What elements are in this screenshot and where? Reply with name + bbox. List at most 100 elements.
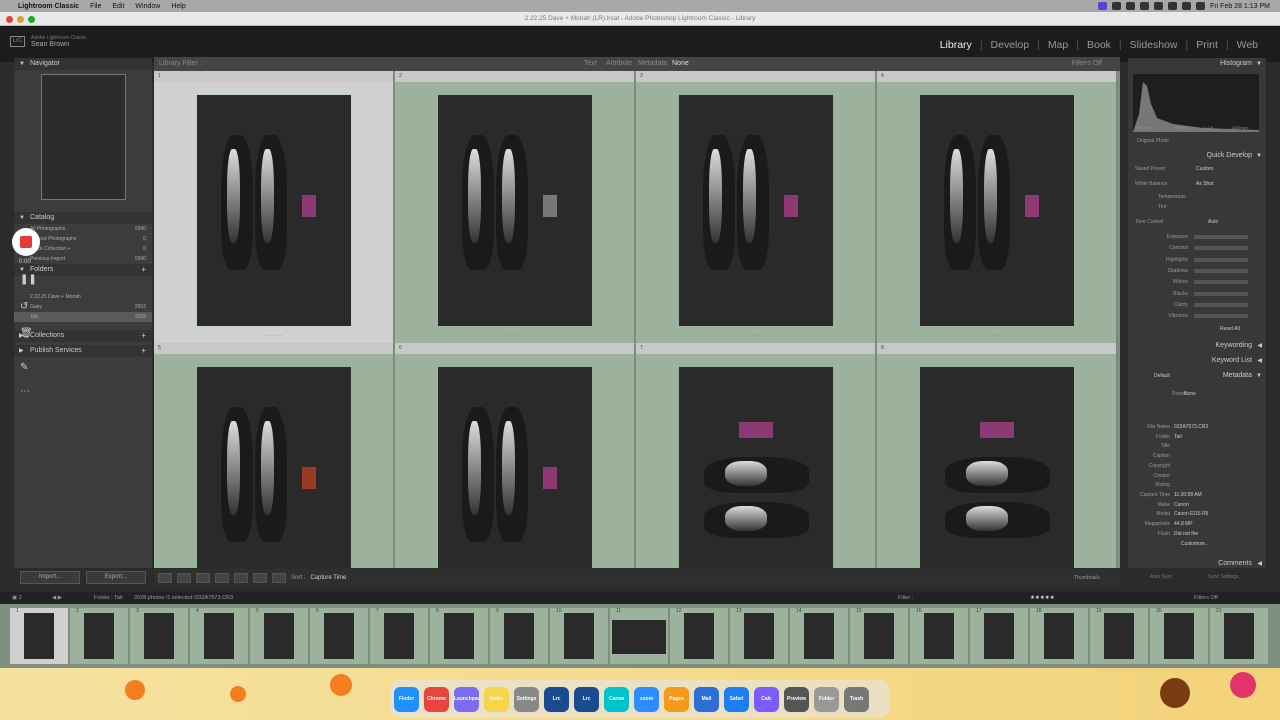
search-icon[interactable] bbox=[1182, 2, 1192, 10]
meta-value[interactable]: 44.8 MP bbox=[1174, 521, 1193, 527]
tone-adjust-exposure[interactable] bbox=[1194, 235, 1248, 239]
filmstrip-thumb[interactable]: 12 bbox=[670, 608, 728, 664]
filmstrip-thumb[interactable]: 8 bbox=[430, 608, 488, 664]
navigator-preview[interactable] bbox=[41, 74, 126, 200]
dock-app-preview[interactable]: Preview bbox=[784, 686, 809, 712]
filter-tab-metadata[interactable]: Metadata bbox=[638, 57, 667, 71]
filmstrip-thumb[interactable]: 5 bbox=[250, 608, 308, 664]
meta-value[interactable]: Canon bbox=[1174, 502, 1189, 508]
meta-value[interactable]: Canon EOS R5 bbox=[1174, 511, 1208, 517]
meta-value[interactable]: Did not fire bbox=[1174, 531, 1198, 537]
photo-thumbnail[interactable] bbox=[196, 94, 352, 327]
photo-thumbnail[interactable] bbox=[438, 367, 592, 568]
filmstrip-thumb[interactable]: 21 bbox=[1210, 608, 1268, 664]
filmstrip-thumb[interactable]: 18 bbox=[1030, 608, 1088, 664]
export-button[interactable]: Export... bbox=[86, 571, 146, 584]
tone-adjust-shadows[interactable] bbox=[1194, 268, 1248, 273]
filmstrip-thumb[interactable]: 1 bbox=[10, 608, 68, 664]
clock[interactable]: Fri Feb 28 1:13 PM bbox=[1210, 3, 1270, 10]
filmstrip-thumb[interactable]: 4 bbox=[190, 608, 248, 664]
grid-view-icon[interactable] bbox=[158, 572, 172, 583]
photo-thumbnail[interactable] bbox=[197, 367, 351, 568]
grid-cell[interactable]: 7 bbox=[636, 343, 876, 568]
dock-app-pages[interactable]: Pages bbox=[664, 686, 689, 712]
menu-file[interactable]: File bbox=[90, 3, 101, 10]
collapse-triangle-icon[interactable]: ◀ bbox=[1257, 355, 1262, 367]
tone-adjust-vibrance[interactable] bbox=[1194, 314, 1248, 319]
tone-adjust-highlights[interactable] bbox=[1194, 257, 1248, 262]
collapse-triangle-icon[interactable]: ▼ bbox=[19, 212, 25, 224]
collapse-triangle-icon[interactable]: ▼ bbox=[1256, 370, 1262, 382]
dock-app-settings[interactable]: Settings bbox=[514, 686, 539, 712]
grid-cell[interactable]: 5 bbox=[154, 343, 394, 568]
sort-direction-icon[interactable] bbox=[272, 572, 286, 583]
rating-dots[interactable]: · · · · · bbox=[395, 333, 634, 339]
dock-app-chrome[interactable]: Chrome bbox=[424, 686, 449, 712]
collapse-triangle-icon[interactable]: ▼ bbox=[19, 58, 25, 70]
menu-window[interactable]: Window bbox=[135, 3, 160, 10]
dock-app-lrc[interactable]: Lrc bbox=[544, 686, 569, 712]
histogram-header[interactable]: Histogram ▼ bbox=[1128, 58, 1266, 70]
menu-help[interactable]: Help bbox=[171, 3, 185, 10]
white-balance-dropdown[interactable]: As Shot bbox=[1196, 181, 1214, 187]
zoom-window-icon[interactable] bbox=[28, 16, 35, 23]
tone-adjust-contrast[interactable] bbox=[1194, 246, 1248, 251]
dock-app-folder[interactable]: Folder bbox=[814, 686, 839, 712]
rating-dots[interactable]: · · · · · bbox=[877, 333, 1116, 339]
photo-thumbnail[interactable] bbox=[679, 367, 833, 568]
library-grid[interactable]: 1 · · · · · 2 · · · · · 3 · · · · · 4 · · · · ·… bbox=[154, 71, 1120, 568]
restart-icon[interactable]: ↺ bbox=[20, 301, 28, 312]
meta-value[interactable]: Tati bbox=[1174, 434, 1182, 440]
auto-tone-button[interactable]: Auto bbox=[1208, 219, 1218, 225]
reset-all-button[interactable]: Reset All bbox=[1220, 326, 1240, 332]
filmstrip-view-icon[interactable]: ▣ 2 bbox=[12, 592, 22, 604]
filmstrip-thumb[interactable]: 20 bbox=[1150, 608, 1208, 664]
preset-dropdown[interactable]: None bbox=[1184, 391, 1196, 397]
status-icon[interactable] bbox=[1126, 2, 1136, 10]
auto-sync-button[interactable]: Auto Sync bbox=[1150, 574, 1173, 580]
metadata-view-dropdown[interactable]: Default bbox=[1154, 373, 1170, 379]
collapse-triangle-icon[interactable]: ▼ bbox=[1256, 58, 1262, 70]
sync-settings-button[interactable]: Sync Settings bbox=[1208, 574, 1239, 580]
painter-icon[interactable] bbox=[253, 572, 267, 583]
photo-thumbnail[interactable] bbox=[920, 95, 1074, 326]
grid-cell[interactable]: 2 · · · · · bbox=[395, 71, 635, 343]
more-icon[interactable]: ⋯ bbox=[20, 386, 30, 397]
photo-thumbnail[interactable] bbox=[920, 367, 1074, 568]
filmstrip-thumb[interactable]: 6 bbox=[310, 608, 368, 664]
sort-dropdown[interactable]: Capture Time bbox=[310, 575, 346, 581]
customize-button[interactable]: Customize... bbox=[1181, 541, 1209, 547]
add-folder-icon[interactable]: + bbox=[141, 264, 146, 276]
collapse-triangle-icon[interactable]: ◀ bbox=[1257, 558, 1262, 570]
stop-record-button[interactable] bbox=[12, 228, 40, 256]
grid-cell[interactable]: 6 bbox=[395, 343, 635, 568]
collapse-triangle-icon[interactable]: ◀ bbox=[1257, 340, 1262, 352]
filter-tab-attribute[interactable]: Attribute bbox=[606, 57, 632, 71]
control-center-icon[interactable] bbox=[1196, 2, 1206, 10]
dock-app-calc[interactable]: Calc bbox=[754, 686, 779, 712]
filter-tab-text[interactable]: Text bbox=[584, 57, 597, 71]
dock-app-lrc[interactable]: Lrc bbox=[574, 686, 599, 712]
filmstrip-thumb[interactable]: 14 bbox=[790, 608, 848, 664]
filters-off-dropdown[interactable]: Filters Off bbox=[1072, 57, 1102, 71]
dock-app-canva[interactable]: Canva bbox=[604, 686, 629, 712]
menu-edit[interactable]: Edit bbox=[112, 3, 124, 10]
app-menu[interactable]: Lightroom Classic bbox=[18, 3, 79, 10]
meta-value[interactable]: 032A7573.CR3 bbox=[1174, 424, 1208, 430]
grid-cell[interactable]: 4 · · · · · bbox=[877, 71, 1117, 343]
star-rating-filter[interactable]: ★★★★★ bbox=[1030, 592, 1055, 604]
meta-value[interactable]: 11:20:58 AM bbox=[1174, 492, 1202, 498]
tone-adjust-clarity[interactable] bbox=[1194, 302, 1248, 307]
import-button[interactable]: Import... bbox=[20, 571, 80, 584]
keywording-header[interactable]: Keywording ◀ bbox=[1128, 340, 1266, 352]
module-develop[interactable]: Develop bbox=[991, 39, 1030, 51]
rating-dots[interactable]: · · · · · bbox=[154, 333, 393, 339]
module-slideshow[interactable]: Slideshow bbox=[1130, 39, 1178, 51]
thumbnail-size-slider[interactable]: Thumbnails bbox=[1074, 575, 1100, 581]
collapse-triangle-icon[interactable]: ▼ bbox=[1256, 150, 1262, 162]
filmstrip-thumb[interactable]: 13 bbox=[730, 608, 788, 664]
filmstrip-thumb[interactable]: 16 bbox=[910, 608, 968, 664]
dock-app-notes[interactable]: Notes bbox=[484, 686, 509, 712]
catalog-header[interactable]: ▼ Catalog bbox=[14, 212, 152, 224]
keyword-list-header[interactable]: Keyword List ◀ bbox=[1128, 355, 1266, 367]
